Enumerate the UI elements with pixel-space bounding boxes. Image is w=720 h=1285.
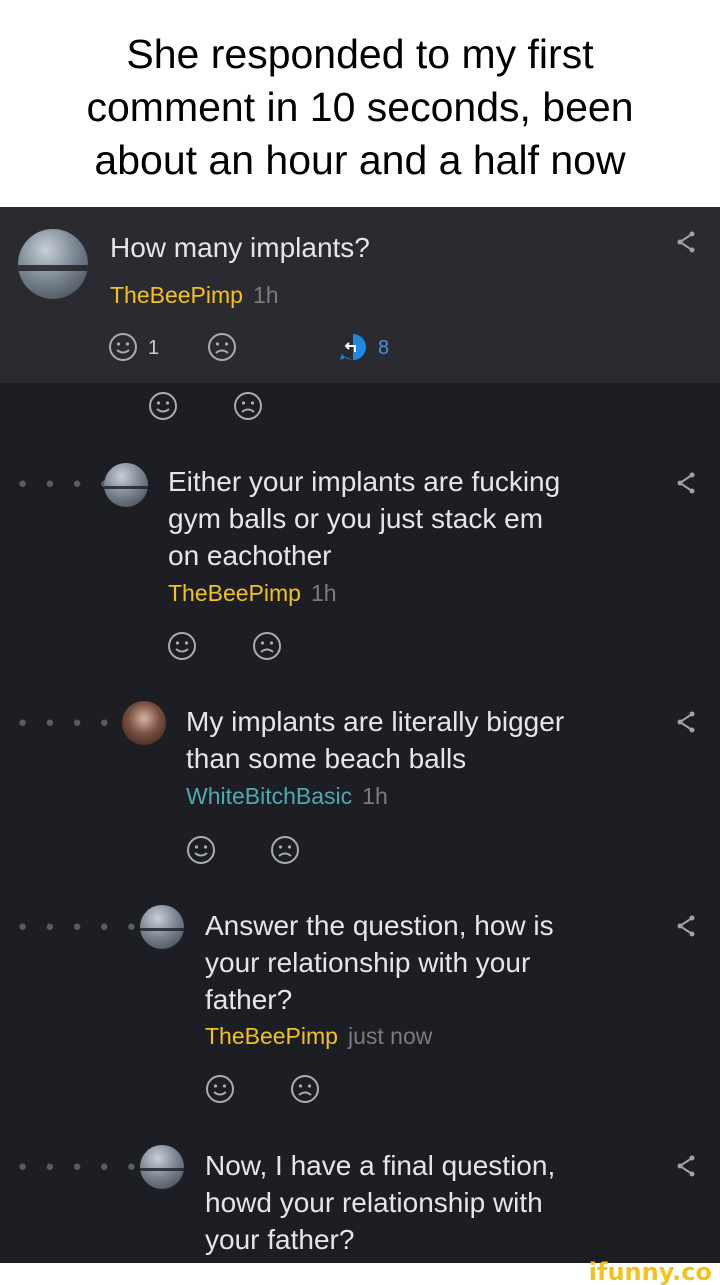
comment-text: Either your implants are fucking gym bal…	[168, 466, 561, 571]
comment-meta: TheBeePimp just now	[205, 1021, 432, 1051]
ifunny-watermark: ifunny.co	[588, 1258, 712, 1285]
reply-icon[interactable]	[338, 332, 368, 362]
smile-icon[interactable]	[148, 391, 178, 421]
comment-text: My implants are literally bigger than so…	[186, 706, 565, 774]
share-icon[interactable]	[676, 1155, 696, 1177]
timestamp: just now	[347, 1023, 433, 1049]
frown-icon[interactable]	[270, 835, 300, 865]
avatar[interactable]	[140, 905, 184, 949]
smile-icon[interactable]	[205, 1074, 235, 1104]
smile-icon[interactable]	[167, 631, 197, 661]
avatar[interactable]	[18, 229, 88, 299]
share-icon[interactable]	[676, 711, 696, 733]
meme-caption: She responded to my first comment in 10 …	[0, 0, 720, 207]
avatar[interactable]	[122, 701, 166, 745]
comment-text: Now, I have a final question, howd your …	[205, 1150, 556, 1255]
comments-screen: How many implants? TheBeePimp 1h 1 8 ● ●…	[0, 207, 720, 1263]
timestamp: 1h	[252, 282, 279, 308]
share-icon[interactable]	[676, 915, 696, 937]
username[interactable]: TheBeePimp	[168, 580, 301, 606]
comment-text: How many implants?	[110, 232, 370, 263]
smile-count: 1	[148, 337, 160, 359]
root-comment: How many implants? TheBeePimp 1h 1 8	[0, 207, 720, 383]
share-icon[interactable]	[676, 231, 696, 253]
comment-meta: TheBeePimp 1h	[110, 280, 279, 310]
avatar[interactable]	[104, 463, 148, 507]
username[interactable]: WhiteBitchBasic	[186, 783, 352, 809]
reply-count: 8	[378, 337, 390, 359]
caption-line-2: comment in 10 seconds, been	[86, 84, 634, 130]
comment-meta: WhiteBitchBasic 1h	[186, 781, 388, 811]
username[interactable]: TheBeePimp	[110, 282, 243, 308]
timestamp: 1h	[362, 783, 388, 809]
comment-text: Answer the question, how is your relatio…	[205, 910, 554, 1015]
username[interactable]: TheBeePimp	[205, 1023, 338, 1049]
caption-line-3: about an hour and a half now	[94, 137, 626, 183]
frown-icon[interactable]	[252, 631, 282, 661]
timestamp: 1h	[310, 580, 337, 606]
smile-icon[interactable]	[186, 835, 216, 865]
caption-line-1: She responded to my first	[126, 31, 594, 77]
frown-icon[interactable]	[233, 391, 263, 421]
thread-depth-indicator: ● ● ● ●	[18, 475, 116, 492]
frown-icon[interactable]	[207, 332, 237, 362]
comment-meta: TheBeePimp 1h	[168, 578, 337, 608]
share-icon[interactable]	[676, 472, 696, 494]
avatar[interactable]	[140, 1145, 184, 1189]
frown-icon[interactable]	[290, 1074, 320, 1104]
smile-icon[interactable]	[108, 332, 138, 362]
